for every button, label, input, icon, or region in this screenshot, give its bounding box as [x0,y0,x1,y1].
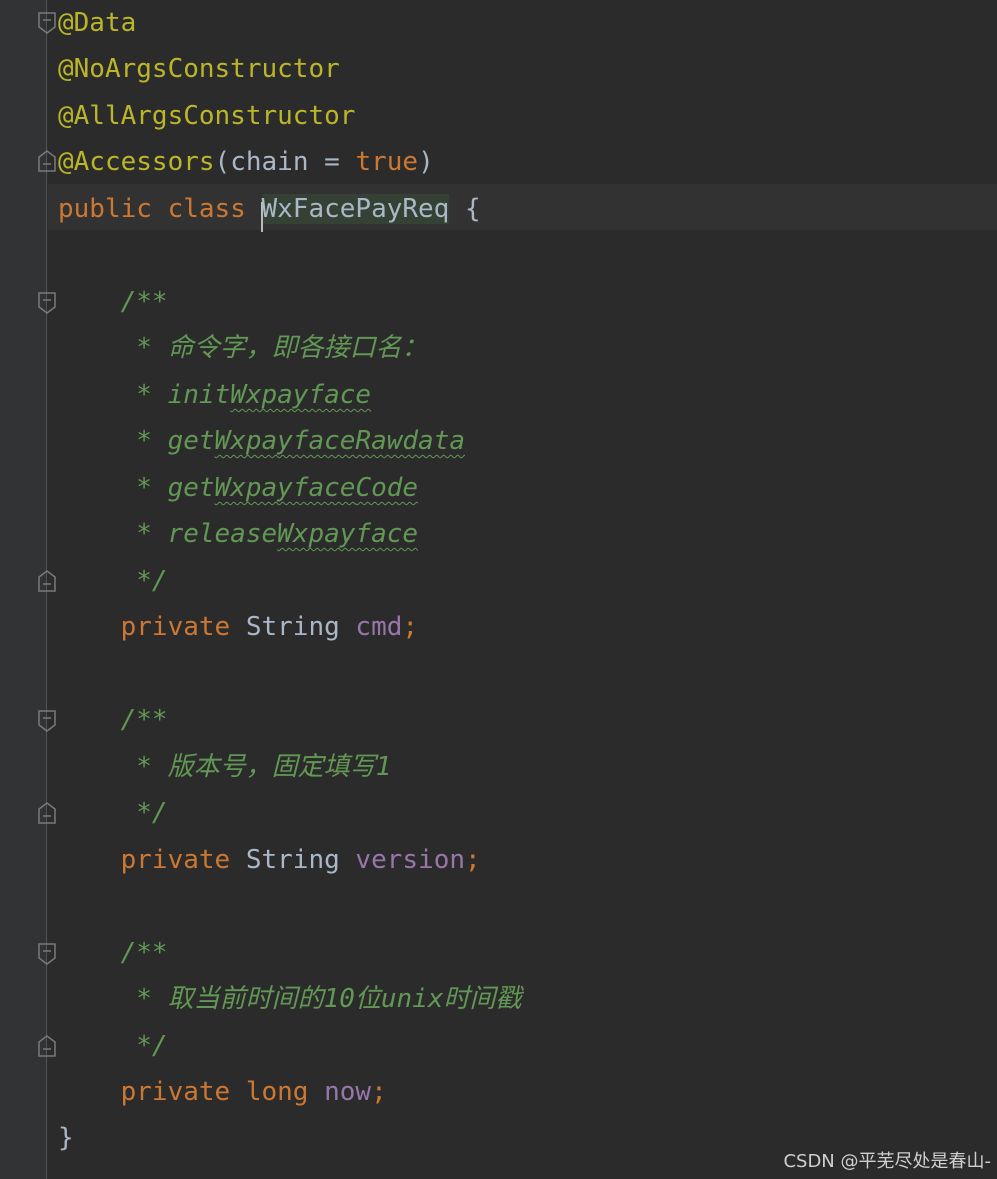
code-line[interactable]: * initWxpayface [0,372,371,418]
typo-squiggle: WxpayfaceRawdata [214,426,465,456]
annotation-param: chain [230,147,309,177]
code-line[interactable]: public class WxFacePayReq { [0,186,481,232]
doc-comment: */ [58,566,168,596]
boolean-literal: true [355,147,419,177]
class-name: WxFacePayReq [260,194,450,232]
keyword: private [58,845,246,875]
doc-comment: * get [58,473,215,503]
doc-comment: /** [58,705,168,735]
semicolon: ; [465,845,481,875]
keyword: private long [58,1077,325,1107]
code-line[interactable]: * 版本号，固定填写1 [0,744,391,790]
csdn-watermark: CSDN @平芜尽处是春山- [783,1151,991,1172]
type-name: String [245,845,356,875]
semicolon: ; [402,612,419,642]
doc-comment: * 命令字，即各接口名： [58,333,428,363]
code-line[interactable]: @AllArgsConstructor [0,93,355,139]
equals: = [308,147,356,177]
code-line[interactable]: * getWxpayfaceCode [0,465,418,511]
code-line[interactable]: private String version; [0,837,481,883]
typo-squiggle: Wxpayface [214,473,356,503]
class-name-text: WxFacePayReq [261,194,450,224]
paren: ) [418,147,434,177]
code-line[interactable]: @Accessors(chain = true) [0,139,434,185]
keyword: private [58,612,246,642]
code-line[interactable]: } [0,1115,74,1161]
field-name: version [355,845,465,875]
doc-comment: * 取当前时间的10位unix时间戳 [58,984,522,1014]
code-line[interactable]: */ [0,790,167,836]
code-line[interactable]: /** [0,697,168,743]
paren: ( [214,147,231,177]
code-line[interactable]: */ [0,558,167,604]
semicolon: ; [371,1077,387,1107]
code-line[interactable]: * 命令字，即各接口名： [0,325,427,371]
code-line[interactable]: * releaseWxpayface [0,511,418,557]
doc-comment: * get [58,426,215,456]
code-line[interactable]: private long now; [0,1069,387,1115]
annotation: @NoArgsConstructor [58,54,340,84]
code-line[interactable]: */ [0,1023,167,1069]
closing-brace: } [58,1123,74,1153]
field-name: cmd [355,612,403,642]
text-caret [260,202,263,232]
code-line[interactable]: /** [0,930,168,976]
doc-comment: */ [58,1031,168,1061]
annotation: @AllArgsConstructor [58,101,356,131]
annotation: @Data [58,8,137,38]
brace: { [449,194,481,224]
doc-comment: * init [58,380,231,410]
code-editor[interactable]: @Data @NoArgsConstructor @AllArgsConstru… [0,0,997,1179]
doc-comment: /** [58,938,168,968]
annotation: @Accessors [58,147,215,177]
doc-comment: /** [58,287,168,317]
typo-squiggle: Wxpayface [230,380,372,410]
field-name: now [324,1077,372,1107]
code-line[interactable]: * 取当前时间的10位unix时间戳 [0,976,521,1022]
doc-comment: */ [58,798,168,828]
code-line[interactable]: @NoArgsConstructor [0,46,340,92]
typo-squiggle: Code [355,473,419,503]
doc-comment: * release [58,519,278,549]
doc-comment: * 版本号，固定填写1 [58,752,392,782]
type-name: String [245,612,356,642]
typo-squiggle: Wxpayface [277,519,419,549]
code-line[interactable]: * getWxpayfaceRawdata [0,418,465,464]
code-line[interactable]: @Data [0,0,136,46]
code-line[interactable]: private String cmd; [0,604,418,650]
code-line[interactable]: /** [0,279,168,325]
keyword: public class [58,194,262,224]
